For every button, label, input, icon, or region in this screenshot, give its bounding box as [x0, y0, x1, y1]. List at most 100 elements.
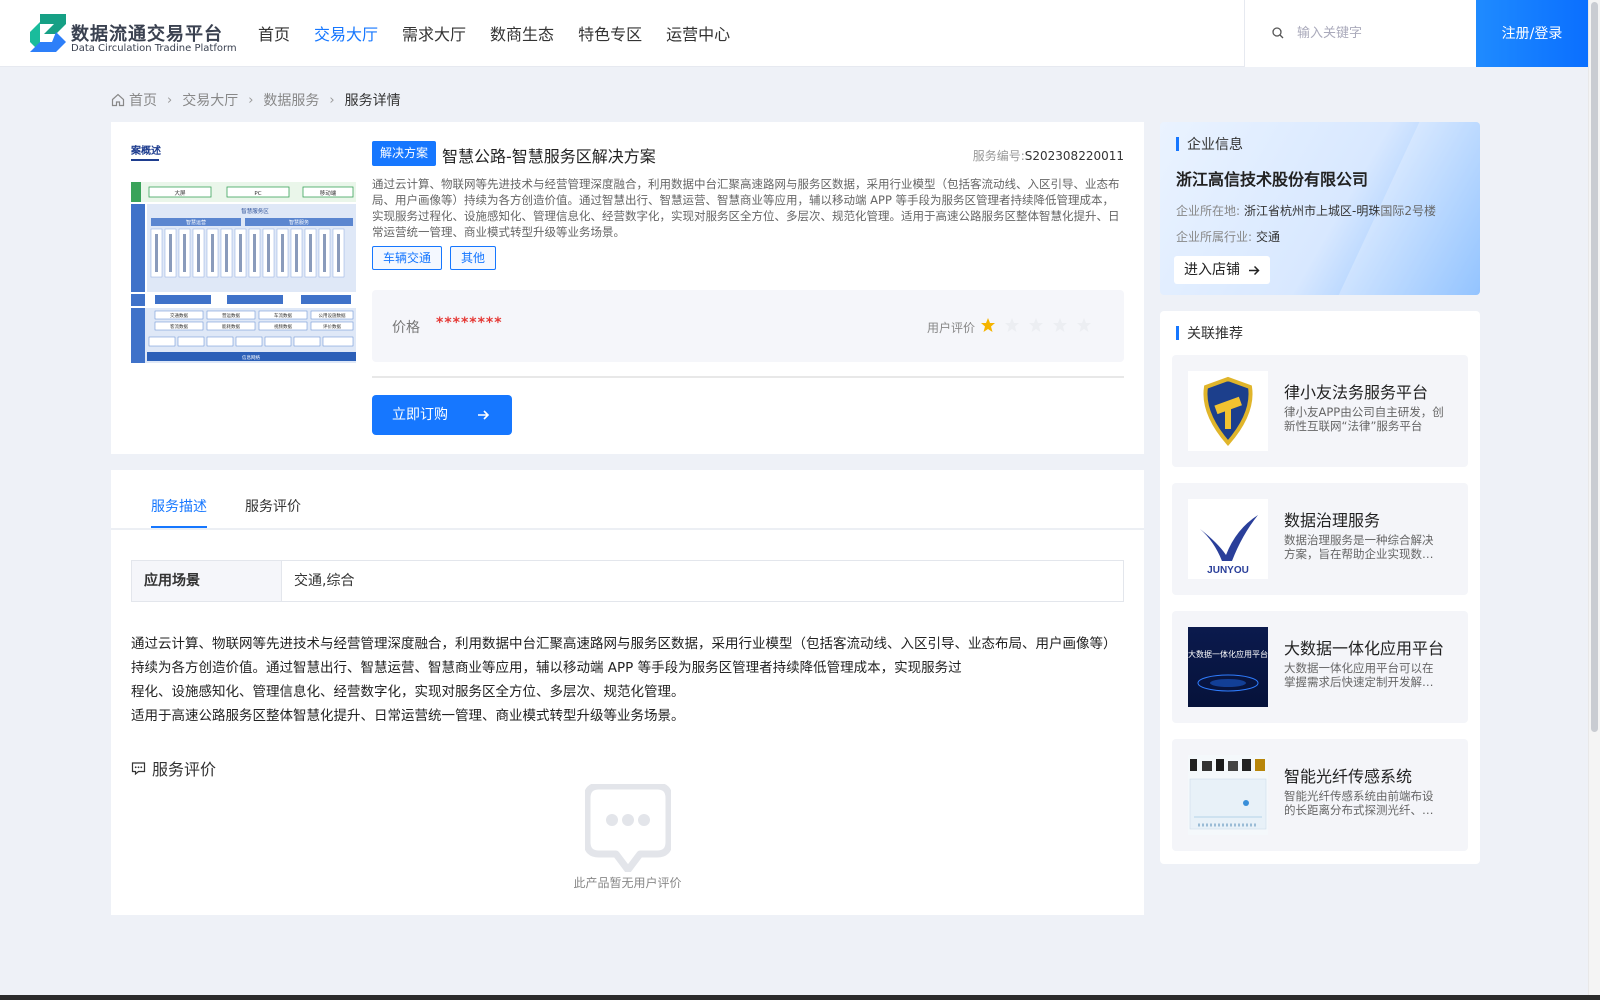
breadcrumb-trading-hall[interactable]: 交易大厅	[182, 90, 238, 110]
search-icon	[1272, 27, 1284, 39]
page-bottom-bar	[0, 995, 1600, 1000]
breadcrumb-data-service[interactable]: 数据服务	[263, 90, 319, 110]
product-summary: 通过云计算、物联网等先进技术与经营管理深度融合，利用数据中台汇聚高速路网与服务区…	[372, 177, 1120, 239]
star-empty-icon	[1005, 318, 1019, 332]
search-input[interactable]	[1297, 20, 1467, 46]
company-section-title: 企业信息	[1176, 134, 1243, 154]
enter-store-button[interactable]: 进入店铺	[1174, 256, 1270, 284]
review-title: 服务评价	[152, 760, 217, 779]
svg-text:营运数据: 营运数据	[222, 312, 240, 319]
svg-text:信息网络: 信息网络	[242, 354, 260, 361]
recommend-thumbnail	[1188, 755, 1268, 835]
nav-operation-center[interactable]: 运营中心	[654, 0, 742, 66]
recommend-name: 大数据一体化应用平台	[1284, 639, 1445, 658]
nav-demand-hall[interactable]: 需求大厅	[390, 0, 478, 66]
svg-text:大数据一体化应用平台: 大数据一体化应用平台	[1188, 649, 1268, 659]
star-empty-icon	[1029, 318, 1043, 332]
nav-trading-hall[interactable]: 交易大厅	[302, 0, 390, 66]
platform-logo[interactable]: 数据流通交易平台 Data Circulation Tradine Platfo…	[30, 14, 237, 56]
star-empty-icon	[1077, 318, 1091, 332]
recommend-name: 律小友法务服务平台	[1284, 383, 1429, 402]
recommend-thumbnail: JUNYOU	[1188, 499, 1268, 579]
legal-badge-icon	[1203, 376, 1253, 447]
svg-text:交通数据: 交通数据	[170, 312, 188, 319]
company-location: 企业所在地: 浙江省杭州市上城区-明珠国际2号楼	[1176, 202, 1436, 219]
recommend-desc: 律小友APP由公司自主研发，创新性互联网“法律”服务平台	[1284, 405, 1444, 433]
svg-text:客流数据: 客流数据	[170, 323, 188, 330]
review-section-title: 服务评价	[131, 756, 216, 780]
recommend-thumbnail	[1188, 371, 1268, 451]
solution-tag: 解决方案	[372, 141, 437, 166]
order-now-label: 立即订购	[392, 407, 448, 423]
page-scrollbar[interactable]	[1588, 0, 1600, 1000]
rating-label: 用户评价	[927, 321, 976, 335]
industry-label: 企业所属行业:	[1176, 230, 1253, 244]
service-number-value: S202308220011	[1024, 149, 1124, 163]
top-header: 数据流通交易平台 Data Circulation Tradine Platfo…	[0, 0, 1588, 67]
active-tab-indicator	[151, 526, 207, 528]
arrow-right-icon	[478, 410, 490, 420]
search-box	[1244, 0, 1476, 67]
nav-home[interactable]: 首页	[246, 0, 302, 66]
recommend-item[interactable]: JUNYOU 数据治理服务 数据治理服务是一种综合解决方案，旨在帮助企业实现数据…	[1172, 483, 1468, 595]
tab-service-description[interactable]: 服务描述	[151, 496, 207, 516]
chevron-right-icon: ›	[248, 92, 254, 108]
svg-text:公用设施数据: 公用设施数据	[319, 312, 346, 319]
logo-subtitle: Data Circulation Tradine Platform	[71, 43, 237, 54]
description-paragraph: 通过云计算、物联网等先进技术与经营管理深度融合，利用数据中台汇聚高速路网与服务区…	[131, 636, 1117, 676]
recommend-desc: 数据治理服务是一种综合解决方案，旨在帮助企业实现数据资产	[1284, 533, 1434, 561]
svg-text:PC: PC	[254, 191, 261, 197]
divider	[372, 376, 1124, 378]
star-empty-icon	[1053, 318, 1067, 332]
recommend-item[interactable]: 智能光纤传感系统 智能光纤传感系统由前端布设的长距离分布式探测光纤、后端设备	[1172, 739, 1468, 851]
scrollbar-thumb[interactable]	[1591, 2, 1598, 732]
recommend-item[interactable]: 大数据一体化应用平台 大数据一体化应用平台 大数据一体化应用平台可以在掌握需求后…	[1172, 611, 1468, 723]
product-card: 案概述 大屏 PC 移动端 智慧服务区 智慧运营 智慧服务 交通数据 营运数据 …	[111, 122, 1144, 454]
category-tag-vehicle-traffic[interactable]: 车辆交通	[372, 246, 443, 270]
svg-text:智慧服务: 智慧服务	[289, 219, 309, 226]
company-info-card: 企业信息 浙江高信技术股份有限公司 企业所在地: 浙江省杭州市上城区-明珠国际2号…	[1160, 122, 1480, 295]
empty-review-text: 此产品暂无用户评价	[573, 876, 682, 890]
svg-text:评价数据: 评价数据	[323, 323, 341, 330]
svg-text:大屏: 大屏	[174, 189, 186, 197]
recommend-desc: 智能光纤传感系统由前端布设的长距离分布式探测光纤、后端设备	[1284, 789, 1434, 817]
thumbnail-caption: 案概述	[131, 142, 161, 161]
chevron-right-icon: ›	[329, 92, 335, 108]
fiber-sensing-image	[1188, 755, 1268, 835]
scene-table: 应用场景 交通,综合	[131, 560, 1124, 602]
login-register-button[interactable]: 注册/登录	[1476, 0, 1588, 67]
enter-store-label: 进入店铺	[1184, 262, 1240, 278]
main-nav: 首页 交易大厅 需求大厅 数商生态 特色专区 运营中心	[246, 0, 742, 66]
location-value: 浙江省杭州市上城区-明珠国际2号楼	[1244, 204, 1437, 218]
svg-text:能耗数据: 能耗数据	[222, 323, 240, 330]
comment-icon	[131, 761, 146, 775]
breadcrumb: 首页 › 交易大厅 › 数据服务 › 服务详情	[111, 90, 401, 110]
location-label: 企业所在地:	[1176, 204, 1241, 218]
price-value: ********	[436, 315, 503, 331]
chevron-right-icon: ›	[167, 92, 173, 108]
company-industry: 企业所属行业: 交通	[1176, 228, 1280, 245]
recommend-thumbnail: 大数据一体化应用平台	[1188, 627, 1268, 707]
price-panel: 价格 ******** 用户评价	[372, 290, 1124, 362]
recommend-item[interactable]: 律小友法务服务平台 律小友APP由公司自主研发，创新性互联网“法律”服务平台	[1172, 355, 1468, 467]
service-number-label: 服务编号:	[972, 149, 1025, 163]
svg-text:智慧服务区: 智慧服务区	[241, 207, 269, 215]
industry-value: 交通	[1256, 230, 1281, 244]
nav-ecosystem[interactable]: 数商生态	[478, 0, 566, 66]
breadcrumb-home[interactable]: 首页	[129, 90, 157, 110]
arrow-right-icon	[1249, 265, 1260, 276]
scene-value: 交通,综合	[294, 573, 355, 589]
description-paragraph: 适用于高速公路服务区整体智慧化提升、日常运营统一管理、商业模式转型升级等业务场景…	[131, 708, 685, 724]
nav-special-zone[interactable]: 特色专区	[566, 0, 654, 66]
home-icon	[111, 93, 125, 107]
tab-service-reviews[interactable]: 服务评价	[245, 496, 301, 516]
svg-text:智慧运营: 智慧运营	[186, 219, 206, 226]
order-now-button[interactable]: 立即订购	[372, 395, 512, 435]
category-tag-other[interactable]: 其他	[450, 246, 497, 270]
recommend-section-title: 关联推荐	[1176, 323, 1243, 343]
logo-mark-icon	[30, 14, 66, 52]
product-thumbnail[interactable]: 案概述 大屏 PC 移动端 智慧服务区 智慧运营 智慧服务 交通数据 营运数据 …	[131, 142, 356, 370]
star-rating	[980, 317, 1092, 333]
recommend-desc: 大数据一体化应用平台可以在掌握需求后快速定制开发解决方案	[1284, 661, 1434, 689]
recommend-name: 数据治理服务	[1284, 511, 1381, 530]
